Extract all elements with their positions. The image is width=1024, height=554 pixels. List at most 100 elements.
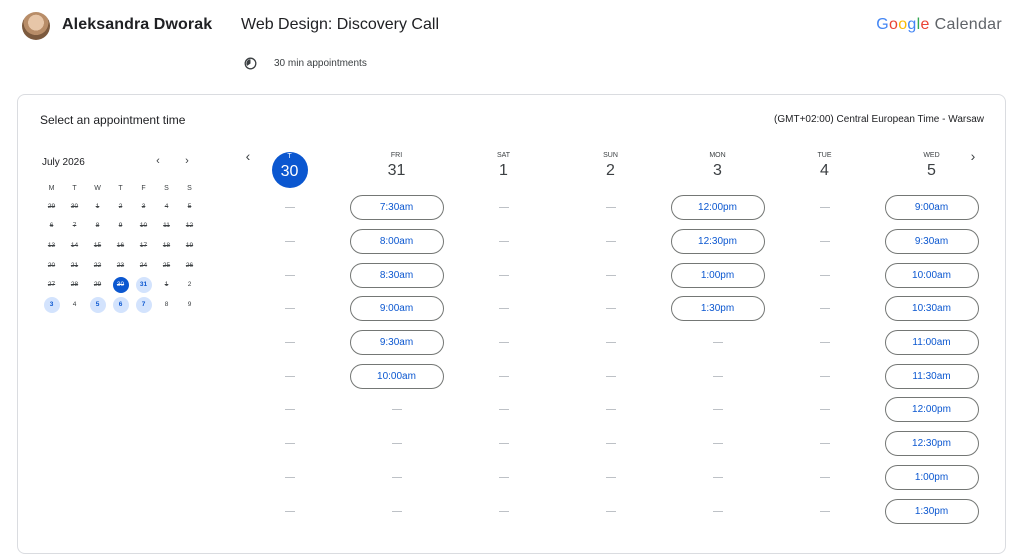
time-slot-button[interactable]: 7:30am: [349, 195, 444, 221]
mini-calendar-day: 12: [178, 217, 201, 237]
day-number: 8: [164, 300, 169, 308]
host-name: Aleksandra Dworak: [62, 16, 213, 33]
time-slot-row: 9:00am: [343, 292, 450, 326]
no-slot-dash: [605, 274, 616, 276]
logo-letter: g: [907, 16, 917, 33]
day-of-week: T: [287, 153, 292, 160]
mini-calendar-day: 14: [63, 236, 86, 256]
no-slot-dash: [605, 443, 616, 445]
day-number: 1: [95, 202, 100, 210]
time-slot-button[interactable]: 9:00am: [349, 296, 444, 322]
time-slot-row: [236, 359, 343, 393]
no-slot-dash: [284, 375, 295, 377]
no-slot-dash: [819, 476, 830, 478]
time-slot-row: [664, 494, 771, 528]
no-slot-dash: [391, 409, 402, 411]
time-slot-row: 10:00am: [878, 258, 985, 292]
weekday-header: M: [48, 185, 55, 192]
no-slot-dash: [605, 375, 616, 377]
time-slot-button[interactable]: 9:30am: [349, 330, 444, 356]
time-slot-row: [450, 427, 557, 461]
timezone-selector[interactable]: (GMT+02:00) Central European Time - Wars…: [774, 114, 984, 125]
weekday-header: F: [141, 185, 146, 192]
mini-calendar-day: 5: [178, 197, 201, 217]
mini-calendar-day[interactable]: 7: [132, 295, 155, 315]
time-slot-row: [771, 494, 878, 528]
time-slot-button[interactable]: 12:00pm: [884, 397, 979, 423]
time-slot-button[interactable]: 10:00am: [349, 363, 444, 389]
day-number: 29: [47, 202, 56, 210]
mini-calendar-day: 4: [155, 197, 178, 217]
no-slot-dash: [284, 241, 295, 243]
mini-calendar-day: 10: [132, 217, 155, 237]
mini-calendar-day[interactable]: 31: [132, 275, 155, 295]
time-slot-button[interactable]: 12:30pm: [670, 229, 765, 255]
time-slot-button[interactable]: 11:30am: [884, 363, 979, 389]
day-column: WED 5 9:00am 9:30am 10:00am 10:30am 11:00am 11:…: [878, 147, 985, 524]
no-slot-dash: [819, 241, 830, 243]
time-slot-row: [771, 393, 878, 427]
time-slot-row: [450, 326, 557, 360]
day-column: SAT 1: [450, 147, 557, 512]
time-slot-button[interactable]: 1:00pm: [670, 262, 765, 288]
time-slot-row: [557, 494, 664, 528]
event-title: Web Design: Discovery Call: [241, 16, 439, 33]
mini-calendar-day[interactable]: 3: [40, 295, 63, 315]
day-number: 4: [820, 162, 829, 179]
chevron-left-icon: ‹: [156, 155, 160, 167]
google-calendar-logo: Google Calendar: [876, 16, 1002, 34]
weekday-header: S: [187, 185, 192, 192]
no-slot-dash: [819, 443, 830, 445]
no-slot-dash: [712, 476, 723, 478]
time-slot-list: [236, 191, 343, 528]
time-slot-button[interactable]: 12:30pm: [884, 431, 979, 457]
time-slot-row: [236, 393, 343, 427]
time-slot-button[interactable]: 11:00am: [884, 330, 979, 356]
time-slot-row: [236, 461, 343, 495]
day-number: 27: [47, 281, 56, 289]
mini-calendar-day[interactable]: 6: [109, 295, 132, 315]
mini-calendar-day[interactable]: 5: [86, 295, 109, 315]
day-number: 10: [139, 222, 148, 230]
clock-icon: [244, 57, 257, 70]
mini-calendar-day: 2: [178, 275, 201, 295]
time-slot-button[interactable]: 9:30am: [884, 229, 979, 255]
day-number: 31: [387, 162, 406, 179]
day-number: 16: [116, 241, 125, 249]
day-number: 1: [499, 162, 508, 179]
day-column: MON 3 12:00pm 12:30pm 1:00pm 1:30pm: [664, 147, 771, 512]
mini-calendar-next-button[interactable]: ›: [180, 155, 194, 167]
duration-row: 30 min appointments: [244, 57, 367, 70]
mini-calendar-prev-button[interactable]: ‹: [151, 155, 165, 167]
no-slot-dash: [712, 510, 723, 512]
time-slot-row: 11:00am: [878, 326, 985, 360]
time-slot-button[interactable]: 9:00am: [884, 195, 979, 221]
time-slot-button[interactable]: 12:00pm: [670, 195, 765, 221]
time-slot-button[interactable]: 10:30am: [884, 296, 979, 322]
mini-calendar-day: 9: [109, 217, 132, 237]
time-slot-row: 1:00pm: [878, 461, 985, 495]
time-slot-button[interactable]: 8:30am: [349, 262, 444, 288]
time-slot-button[interactable]: 1:00pm: [884, 464, 979, 490]
day-number: 2: [606, 162, 615, 179]
day-number: 30: [280, 163, 299, 180]
time-slot-button[interactable]: 1:30pm: [884, 498, 979, 524]
day-of-week: SAT: [496, 152, 511, 159]
day-number: 9: [187, 300, 192, 308]
no-slot-dash: [498, 510, 509, 512]
mini-calendar-day[interactable]: 30: [109, 275, 132, 295]
appointment-card: Select an appointment time (GMT+02:00) C…: [17, 94, 1006, 554]
time-slot-row: [771, 461, 878, 495]
day-number: 18: [162, 241, 171, 249]
time-slot-button[interactable]: 8:00am: [349, 229, 444, 255]
no-slot-dash: [819, 308, 830, 310]
no-slot-dash: [712, 375, 723, 377]
time-slot-row: [450, 494, 557, 528]
no-slot-dash: [391, 443, 402, 445]
mini-calendar-day: 3: [132, 197, 155, 217]
day-number: 25: [162, 261, 171, 269]
time-slot-row: [236, 258, 343, 292]
time-slot-row: [450, 191, 557, 225]
time-slot-button[interactable]: 10:00am: [884, 262, 979, 288]
time-slot-button[interactable]: 1:30pm: [670, 296, 765, 322]
